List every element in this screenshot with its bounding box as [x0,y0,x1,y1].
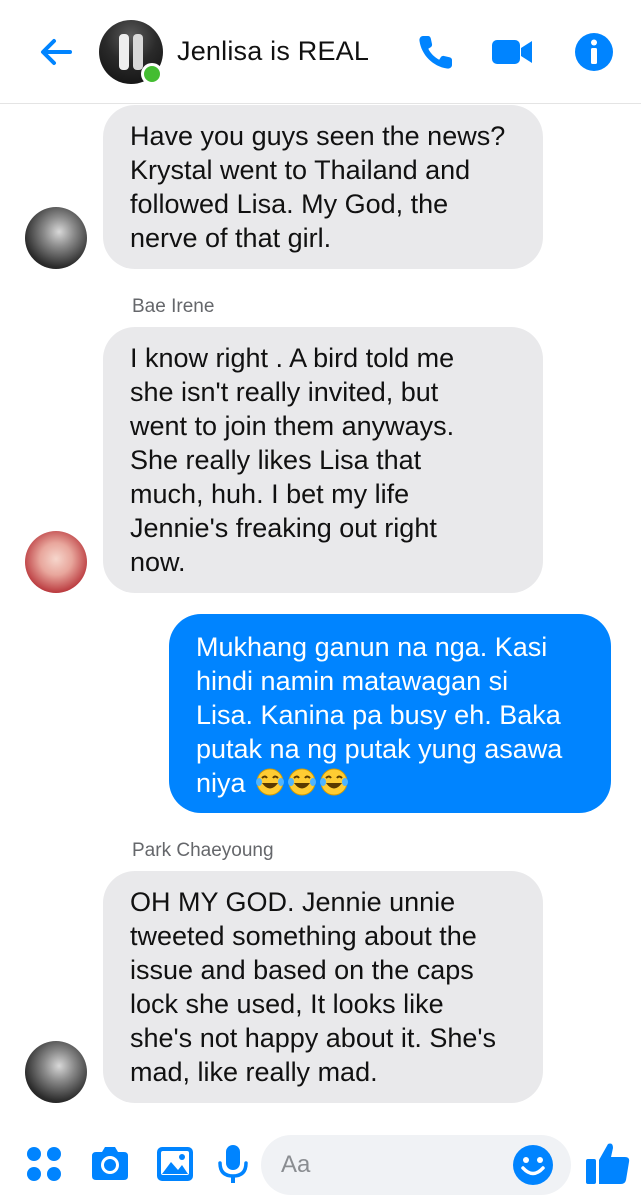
thumbs-up-icon[interactable] [583,1138,633,1188]
sender-avatar[interactable] [25,1041,87,1103]
message-line: much, huh. I bet my life [130,479,410,509]
sender-name: Park Chaeyoung [132,840,274,861]
message-line: I know right . A bird told me [130,343,455,373]
apps-icon[interactable] [22,1142,66,1186]
laughing-tears-emoji-icon [288,768,317,796]
message-line: She really likes Lisa that [130,445,422,475]
message-line-with-emoji: niya [196,766,585,800]
message-line: issue and based on the caps [130,955,474,985]
chat-header: Jenlisa is REAL [0,0,641,104]
microphone-icon[interactable] [211,1142,255,1186]
message-line: Jennie's freaking out right [130,513,437,543]
message-line: Mukhang ganun na nga. Kasi [196,632,548,662]
message-line: Have you guys seen the news? [130,121,506,151]
message-input[interactable] [281,1135,511,1195]
outgoing-message-bubble[interactable]: Mukhang ganun na nga. Kasi hindi namin m… [169,614,611,813]
back-arrow-icon[interactable] [34,30,78,74]
message-input-container[interactable] [261,1135,571,1195]
info-icon[interactable] [572,30,616,74]
message-line: niya [196,768,246,798]
image-icon[interactable] [153,1142,197,1186]
sender-avatar[interactable] [25,207,87,269]
emoji-icon[interactable] [511,1143,555,1187]
video-camera-icon[interactable] [490,30,534,74]
message-bubble[interactable]: OH MY GOD. Jennie unnie tweeted somethin… [103,871,543,1103]
message-bubble[interactable]: I know right . A bird told me she isn't … [103,327,543,593]
message-line: Lisa. Kanina pa busy eh. Baka [196,700,561,730]
message-line: lock she used, It looks like [130,989,444,1019]
message-line: she isn't really invited, but [130,377,439,407]
message-line: putak na ng putak yung asawa [196,734,563,764]
phone-icon[interactable] [414,30,458,74]
message-composer [0,1128,641,1200]
message-line: followed Lisa. My God, the [130,189,449,219]
sender-name: Bae Irene [132,296,215,317]
message-line: mad, like really mad. [130,1057,378,1087]
message-line: OH MY GOD. Jennie unnie [130,887,456,917]
sender-avatar[interactable] [25,531,87,593]
laughing-tears-emoji-icon [320,768,349,796]
message-line: nerve of that girl. [130,223,332,253]
message-line: Krystal went to Thailand and [130,155,471,185]
message-bubble[interactable]: Have you guys seen the news? Krystal wen… [103,105,543,269]
laughing-tears-emoji-icon [256,768,285,796]
camera-icon[interactable] [88,1142,132,1186]
message-line: now. [130,547,186,577]
online-status-indicator [141,63,163,85]
conversation-title[interactable]: Jenlisa is REAL [177,36,369,67]
message-line: hindi namin matawagan si [196,666,509,696]
message-line: went to join them anyways. [130,411,455,441]
message-line: tweeted something about the [130,921,477,951]
message-line: she's not happy about it. She's [130,1023,497,1053]
